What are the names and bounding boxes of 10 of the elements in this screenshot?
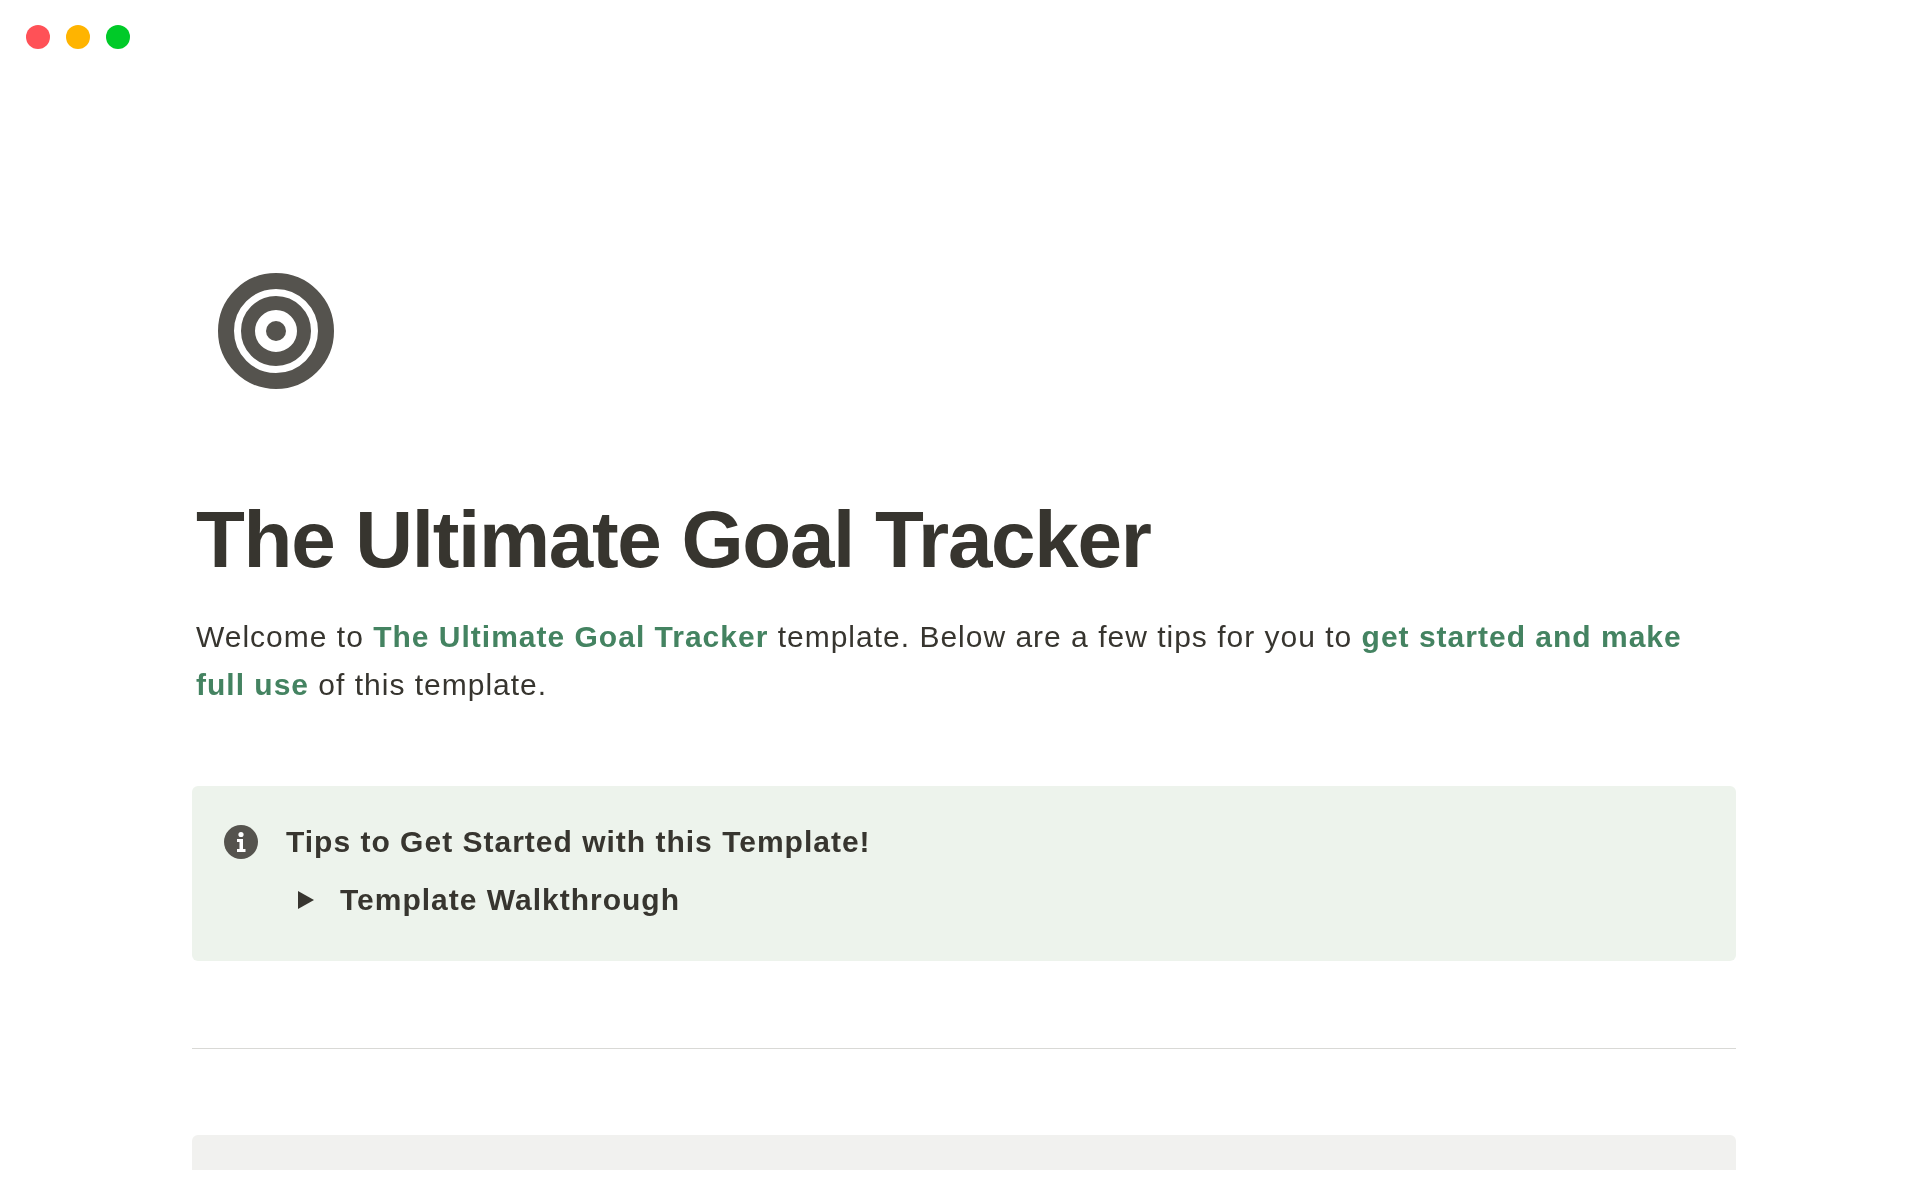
close-button[interactable] xyxy=(26,25,50,49)
minimize-button[interactable] xyxy=(66,25,90,49)
target-icon xyxy=(218,273,334,389)
page-title: The Ultimate Goal Tracker xyxy=(196,494,1151,586)
toggle-item[interactable]: Template Walkthrough xyxy=(286,876,871,924)
info-icon xyxy=(224,825,258,859)
intro-text: Welcome to The Ultimate Goal Tracker template. Below are a few tips for you to get started and make full use of this template. xyxy=(196,619,1683,703)
callout-title: Tips to Get Started with this Template! xyxy=(286,824,871,860)
zoom-button[interactable] xyxy=(106,25,130,49)
triangle-icon[interactable] xyxy=(298,891,314,909)
